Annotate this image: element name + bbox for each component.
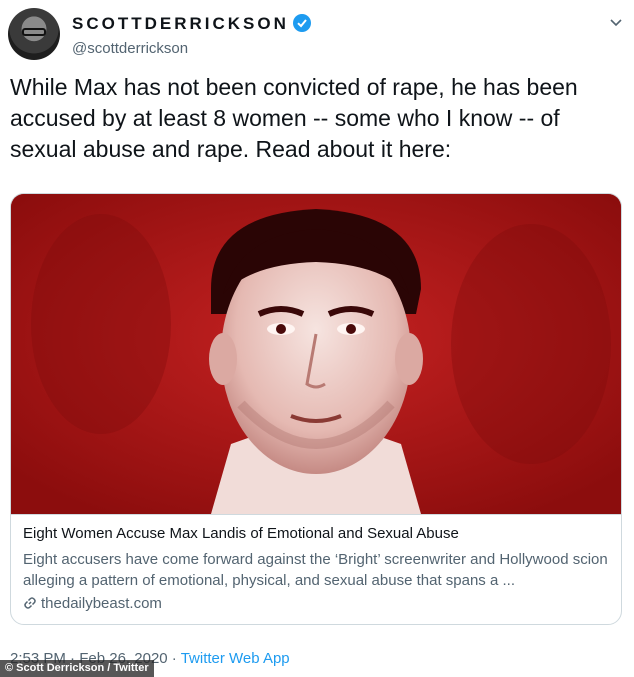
card-image[interactable] bbox=[11, 194, 621, 514]
user-handle[interactable]: @scottderrickson bbox=[72, 40, 188, 57]
photo-credit: © Scott Derrickson / Twitter bbox=[0, 660, 154, 677]
display-name-text[interactable]: SCOTTDERRICKSON bbox=[72, 14, 289, 33]
link-icon bbox=[24, 597, 36, 609]
meta-separator-2: · bbox=[171, 650, 177, 667]
chevron-down-icon[interactable] bbox=[608, 14, 624, 30]
card-description: Eight accusers have come forward against… bbox=[23, 551, 608, 589]
tweet-source[interactable]: Twitter Web App bbox=[181, 650, 290, 667]
card-domain-text[interactable]: thedailybeast.com bbox=[41, 595, 162, 612]
link-card[interactable]: Eight Women Accuse Max Landis of Emotion… bbox=[10, 193, 622, 625]
card-title[interactable]: Eight Women Accuse Max Landis of Emotion… bbox=[23, 525, 459, 542]
tweet-text: While Max has not been convicted of rape… bbox=[10, 74, 578, 162]
card-domain[interactable]: thedailybeast.com bbox=[23, 595, 162, 612]
card-body[interactable]: Eight Women Accuse Max Landis of Emotion… bbox=[11, 514, 621, 624]
avatar[interactable] bbox=[8, 8, 60, 60]
tweet-header: SCOTTDERRICKSON @scottderrickson bbox=[8, 8, 626, 64]
display-name[interactable]: SCOTTDERRICKSON bbox=[72, 13, 311, 34]
avatar-glasses bbox=[22, 28, 46, 36]
card-portrait bbox=[11, 194, 621, 514]
verified-badge-icon bbox=[292, 13, 311, 32]
